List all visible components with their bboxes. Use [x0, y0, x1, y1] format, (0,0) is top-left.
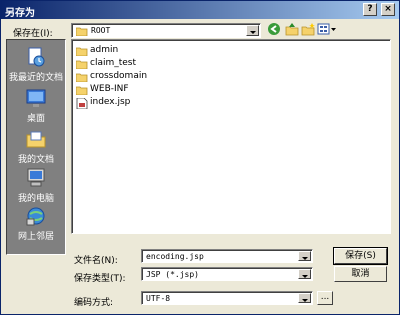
new-folder-icon[interactable]: [301, 22, 315, 36]
desktop-icon: [26, 89, 46, 107]
encoding-value: UTF-8: [146, 294, 171, 303]
filename-input[interactable]: encoding.jsp: [141, 249, 313, 263]
chevron-down-icon[interactable]: [298, 293, 311, 303]
place-my-documents[interactable]: 我的文档: [7, 128, 65, 165]
folder-icon: [76, 73, 88, 82]
filename-value: encoding.jsp: [146, 252, 204, 261]
save-in-dropdown[interactable]: ROOT: [71, 23, 261, 38]
network-places-icon: [26, 207, 45, 226]
chevron-down-icon[interactable]: [246, 25, 259, 36]
folder-icon: [76, 60, 88, 69]
place-my-computer[interactable]: 我的电脑: [7, 167, 65, 204]
help-button[interactable]: ?: [363, 3, 377, 16]
save-as-dialog: 另存为 ? × 保存在(I): ROOT 我最近的文档 桌面 我的文档 我的电脑…: [0, 0, 400, 315]
filetype-label: 保存类型(T):: [74, 274, 126, 284]
save-in-label: 保存在(I):: [13, 29, 53, 39]
chevron-down-icon[interactable]: [298, 269, 311, 279]
place-desktop[interactable]: 桌面: [7, 87, 65, 124]
folder-icon: [76, 86, 88, 95]
filetype-dropdown[interactable]: JSP (*.jsp): [141, 267, 313, 281]
place-label: 桌面: [26, 114, 45, 124]
places-bar: 我最近的文档 桌面 我的文档 我的电脑 网上邻居: [6, 39, 66, 255]
browse-button[interactable]: ...: [317, 291, 333, 305]
my-computer-icon: [27, 168, 45, 187]
filename-label: 文件名(N):: [74, 256, 118, 266]
cancel-button[interactable]: 取消: [334, 266, 387, 282]
up-folder-icon[interactable]: [285, 22, 299, 36]
my-documents-icon: [26, 131, 46, 148]
dialog-title: 另存为: [5, 8, 35, 19]
place-label: 网上邻居: [17, 232, 54, 242]
back-icon[interactable]: [267, 22, 281, 36]
encoding-dropdown[interactable]: UTF-8: [141, 291, 313, 305]
place-network[interactable]: 网上邻居: [7, 205, 65, 242]
place-label: 我的文档: [17, 155, 54, 165]
save-button[interactable]: 保存(S): [333, 247, 388, 265]
save-in-value: ROOT: [91, 26, 111, 35]
folder-icon: [76, 47, 88, 56]
recent-documents-icon: [28, 47, 45, 67]
jsp-file-icon: [76, 98, 88, 109]
title-bar[interactable]: 另存为 ? ×: [1, 1, 399, 19]
chevron-down-icon[interactable]: [298, 251, 311, 261]
place-label: 我最近的文档: [8, 73, 63, 83]
view-menu-icon[interactable]: [317, 22, 337, 36]
encoding-label: 编码方式:: [74, 298, 114, 308]
filetype-value: JSP (*.jsp): [146, 270, 199, 279]
place-recent-documents[interactable]: 我最近的文档: [7, 46, 65, 83]
file-list[interactable]: admin claim_test crossdomain WEB-INF ind…: [71, 39, 391, 234]
close-button[interactable]: ×: [381, 3, 395, 16]
place-label: 我的电脑: [17, 194, 54, 204]
folder-icon: [76, 27, 88, 36]
